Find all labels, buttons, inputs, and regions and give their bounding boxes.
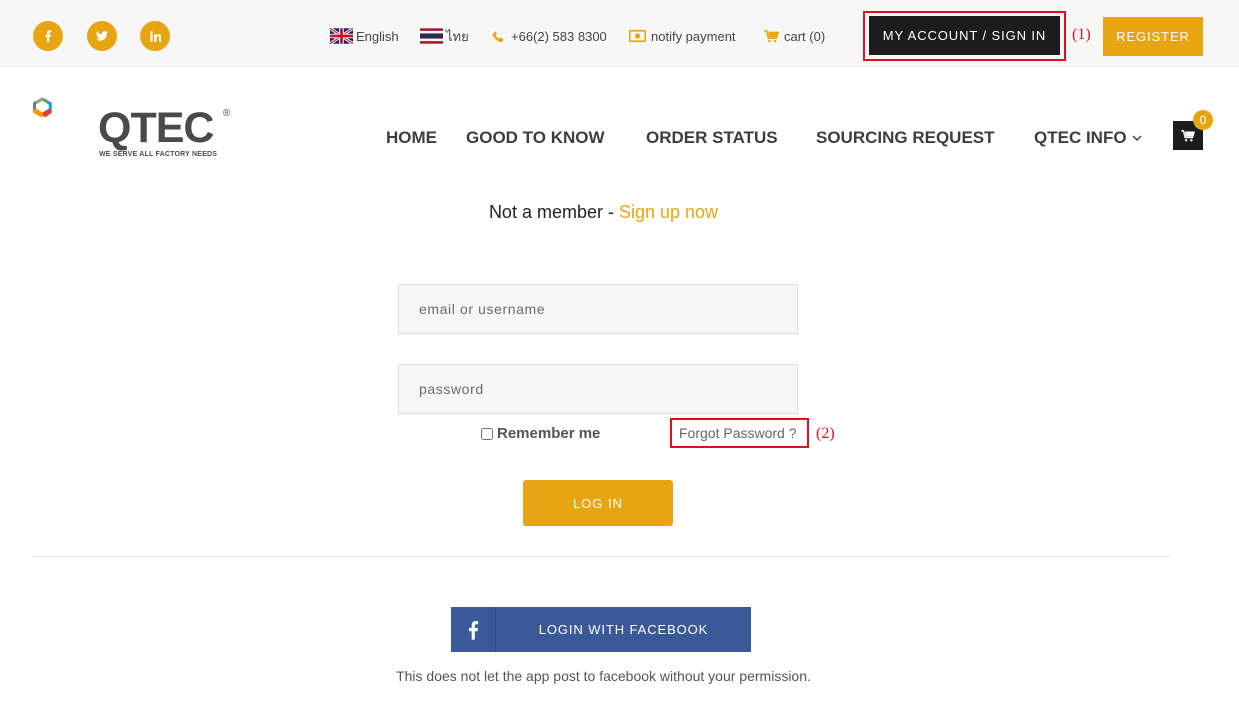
remember-me-checkbox[interactable]	[481, 427, 493, 440]
logo-registered-mark: ®	[223, 108, 231, 119]
my-account-sign-in-button[interactable]: MY ACCOUNT / SIGN IN	[869, 16, 1060, 55]
annotation-2: (2)	[816, 425, 835, 442]
top-cart-link[interactable]: cart (0)	[764, 27, 825, 45]
nav-sourcing-request[interactable]: SOURCING REQUEST	[816, 127, 995, 149]
facebook-link[interactable]	[33, 21, 63, 51]
login-with-facebook-button[interactable]: LOGIN WITH FACEBOOK	[451, 607, 751, 652]
register-button[interactable]: REGISTER	[1103, 17, 1203, 56]
twitter-icon	[96, 31, 108, 41]
not-member-line: Not a member - Sign up now	[0, 202, 1207, 223]
facebook-icon-box	[451, 607, 496, 652]
cart-count-badge: 0	[1193, 110, 1213, 130]
thailand-flag-icon	[420, 28, 443, 44]
cart-icon	[764, 29, 779, 42]
notify-payment-link[interactable]: notify payment	[629, 27, 736, 45]
language-thai-label: ไทย	[446, 28, 469, 44]
top-bar: English ไทย +66(2) 583 8300 notify payme…	[0, 0, 1239, 67]
uk-flag-icon	[330, 28, 353, 44]
logo-wordmark: QTEC	[98, 104, 214, 152]
password-input[interactable]	[398, 364, 798, 414]
phone-number: +66(2) 583 8300	[511, 28, 607, 44]
log-in-button[interactable]: LOG IN	[523, 480, 673, 526]
login-with-facebook-label: LOGIN WITH FACEBOOK	[538, 622, 709, 637]
cart-icon	[1181, 129, 1195, 141]
language-english-label: English	[356, 28, 399, 44]
sign-up-link[interactable]: Sign up now	[619, 202, 718, 222]
nav-order-status[interactable]: ORDER STATUS	[646, 127, 778, 149]
top-cart-label: cart (0)	[784, 28, 826, 44]
not-member-text: Not a member -	[488, 202, 619, 222]
linkedin-icon	[149, 30, 161, 42]
phone-link[interactable]: +66(2) 583 8300	[492, 27, 607, 45]
nav-qtec-info[interactable]: QTEC INFO	[1034, 127, 1142, 149]
annotation-1: (1)	[1072, 26, 1091, 43]
language-thai[interactable]: ไทย	[420, 27, 469, 45]
facebook-icon	[45, 30, 52, 42]
facebook-icon	[468, 620, 479, 640]
remember-me-label: Remember me	[497, 425, 601, 442]
divider	[33, 556, 1172, 557]
remember-me[interactable]: Remember me	[481, 425, 600, 442]
linkedin-link[interactable]	[140, 21, 170, 51]
phone-icon	[492, 30, 504, 42]
notify-payment-label: notify payment	[651, 28, 736, 44]
nav-qtec-info-label: QTEC INFO	[1034, 128, 1127, 147]
facebook-permission-note: This does not let the app post to facebo…	[396, 668, 811, 684]
email-username-input[interactable]	[398, 284, 798, 334]
chevron-down-icon	[1132, 135, 1142, 141]
logo-tagline: WE SERVE ALL FACTORY NEEDS	[99, 151, 218, 158]
nav-home[interactable]: HOME	[386, 127, 437, 149]
twitter-link[interactable]	[87, 21, 117, 51]
qtec-logo-mark	[33, 97, 52, 118]
money-icon	[629, 30, 646, 42]
nav-good-to-know[interactable]: GOOD TO KNOW	[466, 127, 605, 149]
forgot-password-link[interactable]: Forgot Password ?	[679, 425, 797, 441]
language-english[interactable]: English	[330, 27, 399, 45]
